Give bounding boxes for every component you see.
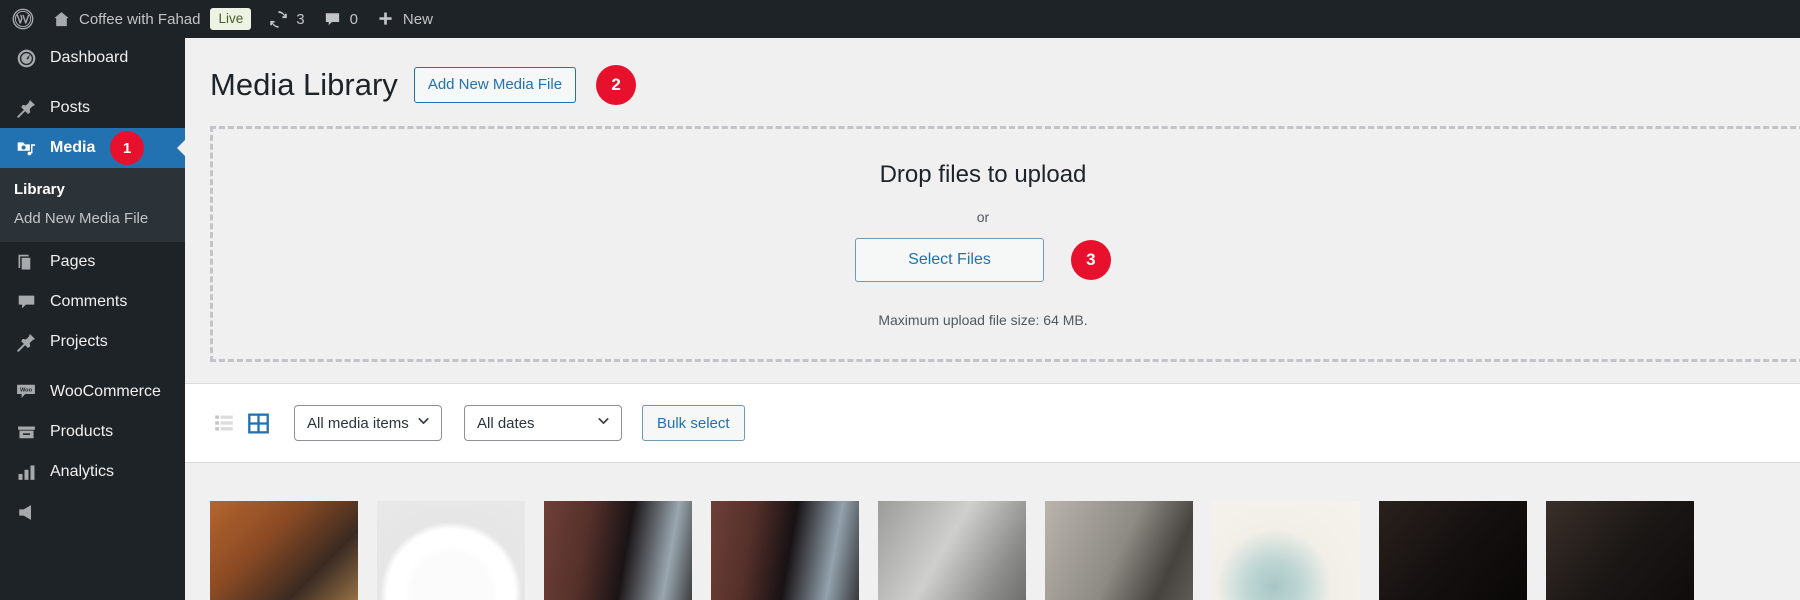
dashboard-icon bbox=[14, 46, 38, 70]
dropzone-inner: Drop files to upload or Select Files 3 M… bbox=[213, 129, 1753, 359]
date-filter-value: All dates bbox=[477, 414, 535, 432]
new-content-menu[interactable]: New bbox=[367, 0, 442, 38]
comments-menu[interactable]: 0 bbox=[314, 0, 367, 38]
sidebar-sublabel: Add New Media File bbox=[14, 210, 149, 227]
products-box-icon bbox=[14, 420, 38, 444]
sidebar-label: Projects bbox=[50, 333, 108, 350]
pin-icon bbox=[14, 96, 38, 120]
pages-icon bbox=[14, 250, 38, 274]
list-view-icon[interactable] bbox=[210, 409, 238, 437]
max-upload-size-text: Maximum upload file size: 64 MB. bbox=[878, 312, 1088, 328]
sidebar-label: WooCommerce bbox=[50, 383, 161, 400]
drop-files-title: Drop files to upload bbox=[879, 161, 1087, 188]
media-thumbnail[interactable] bbox=[1546, 501, 1694, 600]
menu-separator bbox=[0, 78, 185, 88]
sidebar-label: Products bbox=[50, 423, 114, 440]
step-marker-3: 3 bbox=[1070, 240, 1111, 280]
media-thumbnail[interactable] bbox=[377, 501, 525, 600]
media-icon bbox=[14, 136, 38, 160]
select-files-row: Select Files 3 bbox=[855, 238, 1111, 282]
updates-menu[interactable]: 3 bbox=[260, 0, 313, 38]
date-filter-select[interactable]: All dates bbox=[464, 405, 622, 441]
page-title: Media Library bbox=[210, 67, 398, 103]
media-submenu: Library Add New Media File bbox=[0, 168, 185, 242]
sidebar-item-projects[interactable]: Projects bbox=[0, 322, 185, 362]
media-thumbnail-grid bbox=[185, 464, 1800, 600]
comment-bubble-icon bbox=[14, 290, 38, 314]
bar-chart-icon bbox=[14, 460, 38, 484]
wp-logo-menu[interactable] bbox=[0, 0, 43, 38]
updates-count: 3 bbox=[296, 10, 305, 28]
sidebar-label: Pages bbox=[50, 253, 96, 270]
media-thumbnail[interactable] bbox=[210, 501, 358, 600]
media-thumbnail[interactable] bbox=[1379, 501, 1527, 600]
chevron-down-icon bbox=[416, 414, 431, 433]
file-dropzone[interactable]: Drop files to upload or Select Files 3 M… bbox=[210, 126, 1800, 362]
chevron-down-icon bbox=[596, 414, 611, 433]
sidebar-item-comments[interactable]: Comments bbox=[0, 282, 185, 322]
sidebar-item-partial[interactable] bbox=[0, 492, 185, 532]
sidebar-label: Media bbox=[50, 139, 96, 156]
media-filter-value: All media items bbox=[307, 414, 409, 432]
select-files-button[interactable]: Select Files bbox=[855, 238, 1044, 282]
step-marker-1: 1 bbox=[110, 131, 144, 165]
woocommerce-icon: Woo bbox=[14, 380, 38, 404]
sidebar-item-woocommerce[interactable]: Woo WooCommerce bbox=[0, 372, 185, 412]
sidebar-item-pages[interactable]: Pages bbox=[0, 242, 185, 282]
admin-sidebar-menu: Dashboard Posts Media 1 Library Add New … bbox=[0, 38, 185, 600]
live-badge: Live bbox=[210, 7, 252, 31]
or-label: or bbox=[976, 209, 990, 225]
media-toolbar: All media items All dates Bulk select bbox=[185, 384, 1800, 462]
grid-view-icon[interactable] bbox=[244, 409, 272, 437]
site-name-label: Coffee with Fahad bbox=[79, 10, 201, 28]
sidebar-item-media[interactable]: Media 1 bbox=[0, 128, 185, 168]
step-marker-2: 2 bbox=[596, 65, 637, 105]
sidebar-label: Posts bbox=[50, 99, 91, 116]
sidebar-item-dashboard[interactable]: Dashboard bbox=[0, 38, 185, 78]
comment-bubble-icon bbox=[325, 12, 339, 25]
media-thumbnail[interactable] bbox=[1212, 501, 1360, 600]
new-label: New bbox=[402, 10, 433, 28]
media-toolbar-bar: All media items All dates Bulk select bbox=[185, 383, 1800, 463]
sidebar-item-add-new-media-file[interactable]: Add New Media File bbox=[0, 204, 185, 233]
comments-count: 0 bbox=[349, 10, 358, 28]
home-icon bbox=[54, 11, 69, 26]
svg-text:Woo: Woo bbox=[20, 388, 33, 394]
wordpress-logo-icon bbox=[12, 8, 34, 30]
sidebar-sublabel: Library bbox=[14, 181, 65, 198]
plus-icon bbox=[379, 11, 392, 25]
media-thumbnail[interactable] bbox=[1045, 501, 1193, 600]
admin-bar: Coffee with Fahad Live 3 0 New bbox=[0, 0, 1800, 38]
sidebar-label: Analytics bbox=[50, 463, 115, 480]
media-type-filter-select[interactable]: All media items bbox=[294, 405, 442, 441]
sidebar-item-library[interactable]: Library bbox=[0, 175, 185, 204]
pin-icon bbox=[14, 330, 38, 354]
sidebar-item-posts[interactable]: Posts bbox=[0, 88, 185, 128]
main-content: Media Library Add New Media File 2 Drop … bbox=[185, 38, 1800, 600]
sidebar-label: Dashboard bbox=[50, 49, 129, 66]
sidebar-label: Comments bbox=[50, 293, 128, 310]
current-menu-arrow-icon bbox=[177, 140, 185, 156]
marketing-megaphone-icon bbox=[14, 500, 38, 524]
site-name-menu[interactable]: Coffee with Fahad Live bbox=[43, 0, 260, 38]
media-thumbnail[interactable] bbox=[544, 501, 692, 600]
add-new-media-file-button[interactable]: Add New Media File bbox=[413, 66, 577, 104]
bulk-select-button[interactable]: Bulk select bbox=[642, 405, 745, 441]
page-header: Media Library Add New Media File 2 bbox=[185, 38, 1800, 110]
media-thumbnail[interactable] bbox=[711, 501, 859, 600]
sidebar-item-analytics[interactable]: Analytics bbox=[0, 452, 185, 492]
updates-icon bbox=[270, 10, 287, 28]
sidebar-item-products[interactable]: Products bbox=[0, 412, 185, 452]
menu-separator bbox=[0, 362, 185, 372]
media-thumbnail[interactable] bbox=[878, 501, 1026, 600]
